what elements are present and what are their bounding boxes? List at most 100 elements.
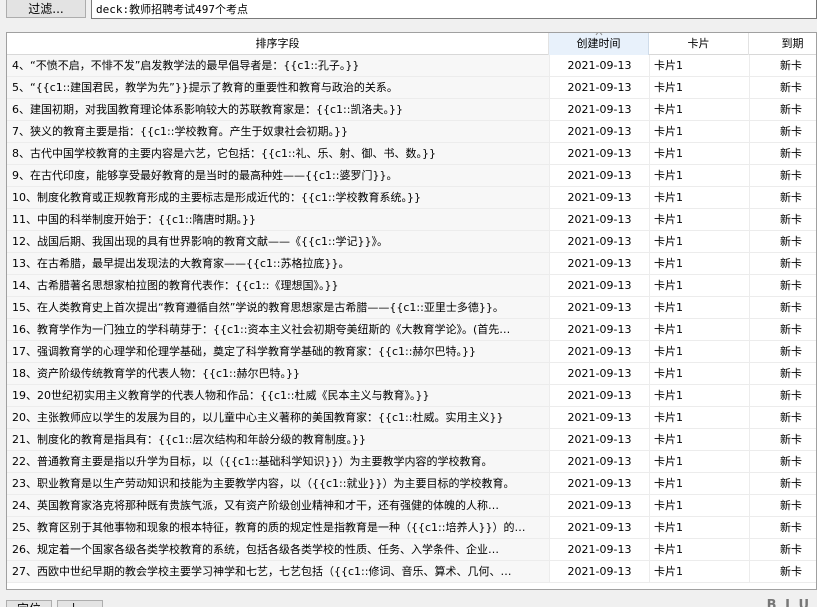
column-header-sort-field[interactable]: 排序字段 [7,33,549,55]
previous-button[interactable]: 上一 [57,600,103,607]
cell-sort-field: 6、建国初期，对我国教育理论体系影响较大的苏联教育家是：{{c1::凯洛夫。}} [7,99,549,120]
cell-sort-field: 25、教育区别于其他事物和现象的根本特征，教育的质的规定性是指教育是一种（{{c… [7,517,549,538]
column-header-card[interactable]: 卡片 [649,33,749,55]
cell-card: 卡片1 [649,55,749,76]
cell-due: 新卡 [749,539,816,560]
cell-created: 2021-09-13 [549,253,649,274]
cell-sort-field: 18、资产阶级传统教育学的代表人物：{{c1::赫尔巴特。}} [7,363,549,384]
cell-due: 新卡 [749,451,816,472]
cell-sort-field: 17、强调教育学的心理学和伦理学基础，奠定了科学教育学基础的教育家：{{c1::… [7,341,549,362]
cell-created: 2021-09-13 [549,297,649,318]
table-row[interactable]: 18、资产阶级传统教育学的代表人物：{{c1::赫尔巴特。}} 2021-09-1… [7,363,816,385]
cell-sort-field: 26、规定着一个国家各级各类学校教育的系统，包括各级各类学校的性质、任务、入学条… [7,539,549,560]
table-row[interactable]: 16、教育学作为一门独立的学科萌芽于：{{c1::资本主义社会初期夸美纽斯的《大… [7,319,816,341]
cell-created: 2021-09-13 [549,495,649,516]
cell-due: 新卡 [749,429,816,450]
cell-due: 新卡 [749,561,816,582]
table-row[interactable]: 5、“{{c1::建国君民，教学为先”}}提示了教育的重要性和教育与政治的关系。… [7,77,816,99]
cell-card: 卡片1 [649,473,749,494]
cell-created: 2021-09-13 [549,319,649,340]
cell-created: 2021-09-13 [549,143,649,164]
table-row[interactable]: 27、西欧中世纪早期的教会学校主要学习神学和七艺，七艺包括（{{c1::修词、音… [7,561,816,583]
cell-created: 2021-09-13 [549,341,649,362]
cell-sort-field: 20、主张教师应以学生的发展为目的，以儿童中心主义著称的美国教育家：{{c1::… [7,407,549,428]
cell-due: 新卡 [749,253,816,274]
table-row[interactable]: 24、英国教育家洛克将那种既有贵族气派，又有资产阶级创业精神和才干，还有强健的体… [7,495,816,517]
cell-card: 卡片1 [649,341,749,362]
cell-card: 卡片1 [649,231,749,252]
cell-card: 卡片1 [649,451,749,472]
cell-created: 2021-09-13 [549,55,649,76]
table-row[interactable]: 19、20世纪初实用主义教育学的代表人物和作品：{{c1::杜威《民本主义与教育… [7,385,816,407]
table-row[interactable]: 21、制度化的教育是指具有：{{c1::层次结构和年龄分级的教育制度。}} 202… [7,429,816,451]
table-row[interactable]: 14、古希腊著名思想家柏拉图的教育代表作：{{c1::《理想国》。}} 2021-… [7,275,816,297]
cell-card: 卡片1 [649,187,749,208]
cell-card: 卡片1 [649,429,749,450]
cell-created: 2021-09-13 [549,451,649,472]
cell-card: 卡片1 [649,121,749,142]
cell-created: 2021-09-13 [549,209,649,230]
table-row[interactable]: 10、制度化教育或正规教育形成的主要标志是形成近代的：{{c1::学校教育系统。… [7,187,816,209]
table-row[interactable]: 23、职业教育是以生产劳动知识和技能为主要教学内容，以（{{c1::就业}}）为… [7,473,816,495]
search-input[interactable] [91,0,817,19]
cell-sort-field: 19、20世纪初实用主义教育学的代表人物和作品：{{c1::杜威《民本主义与教育… [7,385,549,406]
table-row[interactable]: 25、教育区别于其他事物和现象的根本特征，教育的质的规定性是指教育是一种（{{c… [7,517,816,539]
table-row[interactable]: 8、古代中国学校教育的主要内容是六艺，它包括：{{c1::礼、乐、射、御、书、数… [7,143,816,165]
table-row[interactable]: 12、战国后期、我国出现的具有世界影响的教育文献——《{{c1::学记}}》。 2… [7,231,816,253]
cell-card: 卡片1 [649,143,749,164]
cell-due: 新卡 [749,209,816,230]
cell-sort-field: 16、教育学作为一门独立的学科萌芽于：{{c1::资本主义社会初期夸美纽斯的《大… [7,319,549,340]
cell-sort-field: 11、中国的科举制度开始于：{{c1::隋唐时期。}} [7,209,549,230]
table-row[interactable]: 22、普通教育主要是指以升学为目标，以（{{c1::基础科学知识}}）为主要教学… [7,451,816,473]
cell-created: 2021-09-13 [549,363,649,384]
table-row[interactable]: 6、建国初期，对我国教育理论体系影响较大的苏联教育家是：{{c1::凯洛夫。}}… [7,99,816,121]
cell-card: 卡片1 [649,297,749,318]
cell-due: 新卡 [749,77,816,98]
cell-sort-field: 21、制度化的教育是指具有：{{c1::层次结构和年龄分级的教育制度。}} [7,429,549,450]
column-header-created-label: 创建时间 [576,37,621,50]
table-row[interactable]: 15、在人类教育史上首次提出“教育遵循自然”学说的教育思想家是古希腊——{{c1… [7,297,816,319]
cell-sort-field: 27、西欧中世纪早期的教会学校主要学习神学和七艺，七艺包括（{{c1::修词、音… [7,561,549,582]
cell-created: 2021-09-13 [549,165,649,186]
table-row[interactable]: 11、中国的科举制度开始于：{{c1::隋唐时期。}} 2021-09-13 卡片1… [7,209,816,231]
table-row[interactable]: 20、主张教师应以学生的发展为目的，以儿童中心主义著称的美国教育家：{{c1::… [7,407,816,429]
cell-created: 2021-09-13 [549,561,649,582]
cell-due: 新卡 [749,143,816,164]
cell-sort-field: 5、“{{c1::建国君民，教学为先”}}提示了教育的重要性和教育与政治的关系。 [7,77,549,98]
cell-due: 新卡 [749,297,816,318]
cell-due: 新卡 [749,121,816,142]
cell-created: 2021-09-13 [549,407,649,428]
cell-created: 2021-09-13 [549,99,649,120]
cell-card: 卡片1 [649,407,749,428]
cell-card: 卡片1 [649,77,749,98]
cell-card: 卡片1 [649,209,749,230]
cell-sort-field: 10、制度化教育或正规教育形成的主要标志是形成近代的：{{c1::学校教育系统。… [7,187,549,208]
cell-card: 卡片1 [649,517,749,538]
cell-card: 卡片1 [649,363,749,384]
table-row[interactable]: 9、在古代印度，能够享受最好教育的是当时的最高种姓——{{c1::婆罗门}}。 2… [7,165,816,187]
table-row[interactable]: 17、强调教育学的心理学和伦理学基础，奠定了科学教育学基础的教育家：{{c1::… [7,341,816,363]
column-header-due[interactable]: 到期 [749,33,816,55]
filter-button[interactable]: 过滤... [6,0,86,18]
cell-created: 2021-09-13 [549,539,649,560]
table-row[interactable]: 13、在古希腊，最早提出发现法的大教育家——{{c1::苏格拉底}}。 2021-… [7,253,816,275]
table-row[interactable]: 26、规定着一个国家各级各类学校教育的系统，包括各级各类学校的性质、任务、入学条… [7,539,816,561]
cell-due: 新卡 [749,407,816,428]
format-icons[interactable]: B I U [767,598,811,607]
cell-card: 卡片1 [649,165,749,186]
column-header-created[interactable]: 创建时间 [549,33,649,55]
cell-due: 新卡 [749,275,816,296]
table-row[interactable]: 4、“不愤不启，不悱不发”启发教学法的最早倡导者是：{{c1::孔子。}} 202… [7,55,816,77]
card-table: 排序字段 创建时间 卡片 到期 4、“不愤不启，不悱不发”启发教学法的最早倡导者… [6,32,817,590]
cell-sort-field: 4、“不愤不启，不悱不发”启发教学法的最早倡导者是：{{c1::孔子。}} [7,55,549,76]
browser-window: 过滤... 排序字段 创建时间 卡片 到期 4、“不愤不启，不悱不发”启发教学法… [0,0,817,607]
cell-created: 2021-09-13 [549,473,649,494]
table-row[interactable]: 7、狭义的教育主要是指：{{c1::学校教育。产生于奴隶社会初期。}} 2021-… [7,121,816,143]
cell-sort-field: 12、战国后期、我国出现的具有世界影响的教育文献——《{{c1::学记}}》。 [7,231,549,252]
cell-sort-field: 23、职业教育是以生产劳动知识和技能为主要教学内容，以（{{c1::就业}}）为… [7,473,549,494]
locate-button[interactable]: 定位 [6,600,52,607]
cell-sort-field: 24、英国教育家洛克将那种既有贵族气派，又有资产阶级创业精神和才干，还有强健的体… [7,495,549,516]
toolbar: 过滤... [0,0,817,22]
cell-due: 新卡 [749,319,816,340]
bottom-bar: 定位 上一 B I U [0,596,817,607]
